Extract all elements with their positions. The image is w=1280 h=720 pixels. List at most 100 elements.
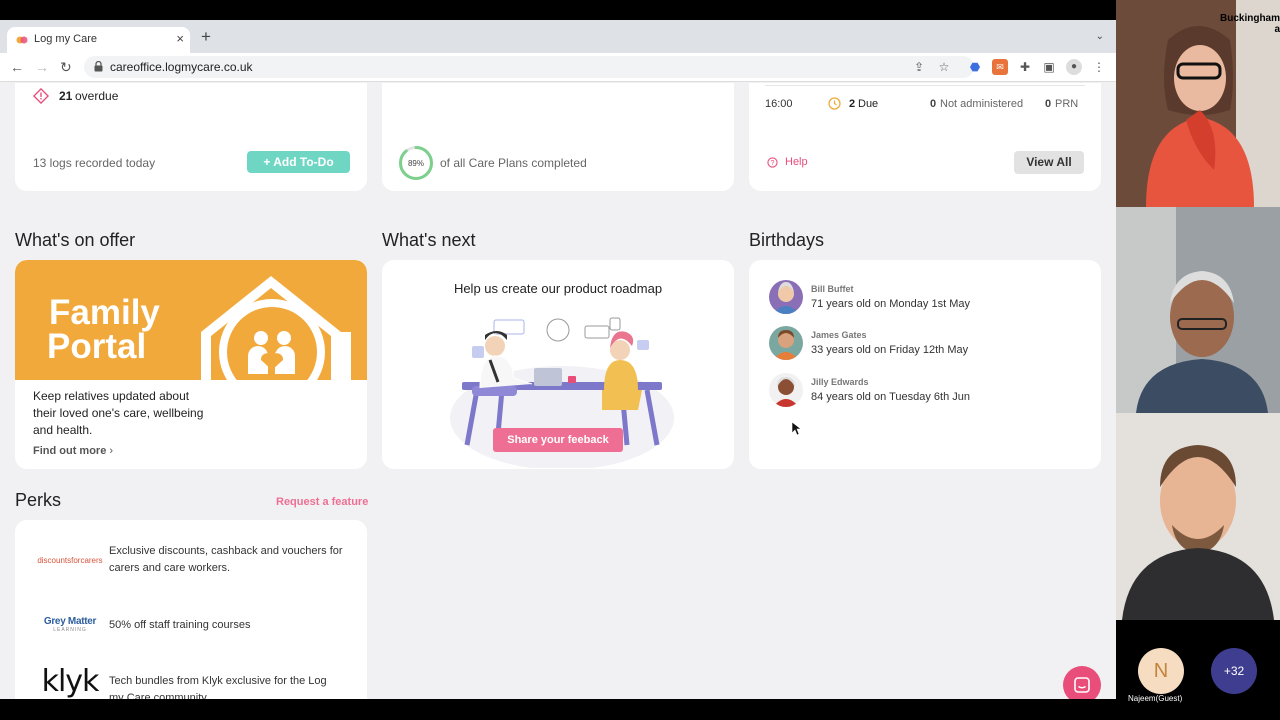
extension-orange-icon[interactable]: ✉ xyxy=(992,59,1008,75)
tab-bar: Log my Care × + ⌄ xyxy=(0,20,1116,53)
birthday-text: 84 years old on Tuesday 6th Jun xyxy=(811,391,970,403)
grey-matter-wordmark: Grey Matter xyxy=(43,616,97,627)
warning-diamond-icon xyxy=(33,88,49,104)
extension-blue-icon[interactable]: ⬣ xyxy=(967,59,983,75)
family-portal-card[interactable]: Family Portal Keep relatives updated abo… xyxy=(15,260,367,469)
chevron-right-icon: › xyxy=(106,445,114,457)
screen: Log my Care × + ⌄ ← → ↻ careoffice.logmy… xyxy=(0,0,1280,720)
birthday-row[interactable]: Bill Buffet 71 years old on Monday 1st M… xyxy=(769,280,1089,314)
grey-matter-logo: Grey Matter LEARNING xyxy=(35,616,105,633)
prn-label: PRN xyxy=(1055,98,1079,110)
family-house-icon xyxy=(201,276,351,380)
birthday-name: Bill Buffet xyxy=(811,284,854,294)
page-content: 21 overdue 13 logs recorded today + Add … xyxy=(0,83,1116,699)
due-count: 2 xyxy=(849,98,856,110)
overdue-count: 21 xyxy=(59,89,73,103)
care-plan-progress-ring: 89% xyxy=(399,146,433,180)
avatar xyxy=(769,373,803,407)
roadmap-heading: Help us create our product roadmap xyxy=(453,281,663,296)
discounts-for-carers-logo: discountsforcarers xyxy=(37,556,103,565)
close-tab-icon[interactable]: × xyxy=(176,31,184,46)
prn-count: 0 xyxy=(1045,98,1052,110)
avatar xyxy=(769,280,803,314)
request-feature-link[interactable]: Request a feature xyxy=(276,496,368,508)
url-field[interactable]: careoffice.logmycare.co.uk xyxy=(84,56,974,78)
clock-icon xyxy=(828,97,841,110)
help-label: Help xyxy=(785,156,808,168)
perk-text: 50% off staff training courses xyxy=(109,619,251,631)
grey-matter-subtitle: LEARNING xyxy=(53,627,87,633)
participant-2-figure xyxy=(1116,207,1280,413)
view-all-button[interactable]: View All xyxy=(1014,151,1084,174)
participant-video-2 xyxy=(1116,207,1280,413)
perks-card: discountsforcarers Exclusive discounts, … xyxy=(15,520,367,699)
care-plan-percent: 89% xyxy=(408,159,424,168)
browser-window: Log my Care × + ⌄ ← → ↻ careoffice.logmy… xyxy=(0,20,1116,699)
promo-title-line2: Portal xyxy=(47,327,147,366)
promo-title: Family Portal xyxy=(47,293,160,366)
avatar xyxy=(769,326,803,360)
menu-kebab-icon[interactable]: ⋮ xyxy=(1091,59,1107,75)
guest-avatar[interactable]: N xyxy=(1138,648,1184,694)
lock-icon xyxy=(94,61,103,72)
tab-title: Log my Care xyxy=(34,33,97,45)
birthday-text: 33 years old on Friday 12th May xyxy=(811,344,969,356)
new-tab-icon[interactable]: + xyxy=(201,28,211,45)
back-icon[interactable]: ← xyxy=(10,58,24,76)
whats-on-offer-title: What's on offer xyxy=(15,230,136,250)
participant-3-figure xyxy=(1116,413,1280,620)
care-plans-card: 89% of all Care Plans completed xyxy=(382,83,734,191)
logs-card: 21 overdue 13 logs recorded today + Add … xyxy=(15,83,367,191)
participant-video-1: Buckingham a xyxy=(1116,0,1280,207)
share-feedback-button[interactable]: Share your feeback xyxy=(493,428,623,452)
extensions-puzzle-icon[interactable]: ✚ xyxy=(1017,59,1033,75)
perks-title: Perks xyxy=(15,490,62,510)
plus-icon: + xyxy=(263,155,274,169)
guest-label: Najeem(Guest) xyxy=(1128,694,1183,703)
more-participants-button[interactable]: +32 xyxy=(1211,648,1257,694)
logmycare-favicon-icon xyxy=(16,36,28,44)
reload-icon[interactable]: ↻ xyxy=(60,58,72,76)
address-bar: ← → ↻ careoffice.logmycare.co.uk ⇪ ☆ ⬣ ✉… xyxy=(0,53,1116,82)
roadmap-card: Help us create our product roadmap Share… xyxy=(382,260,734,469)
browser-tab[interactable]: Log my Care × xyxy=(7,27,190,53)
birthdays-title: Birthdays xyxy=(749,230,825,250)
not-administered-count: 0 xyxy=(930,98,937,110)
birthday-name: James Gates xyxy=(811,330,867,340)
bookmark-star-icon[interactable]: ☆ xyxy=(936,59,952,75)
divider xyxy=(765,85,1085,86)
overdue-label: overdue xyxy=(75,89,119,103)
mouse-cursor-icon xyxy=(792,422,802,436)
medication-card: 16:00 2 Due 0 Not administered 0 PRN ? H… xyxy=(749,83,1101,191)
birthday-row[interactable]: Jilly Edwards 84 years old on Tuesday 6t… xyxy=(769,373,1089,407)
find-out-more-label: Find out more xyxy=(33,445,107,457)
birthday-text: 71 years old on Monday 1st May xyxy=(811,298,970,310)
tab-list-chevron-icon[interactable]: ⌄ xyxy=(1096,31,1104,42)
family-portal-banner: Family Portal xyxy=(15,260,367,380)
participants-strip: N Najeem(Guest) +32 xyxy=(1116,620,1280,720)
share-icon[interactable]: ⇪ xyxy=(911,59,927,75)
whats-next-title: What's next xyxy=(382,230,476,250)
klyk-logo: klyk xyxy=(41,664,100,699)
logs-recorded-text: 13 logs recorded today xyxy=(33,156,156,170)
not-administered-label: Not administered xyxy=(940,98,1024,110)
med-time: 16:00 xyxy=(765,98,793,110)
care-plan-label: of all Care Plans completed xyxy=(440,156,587,170)
chat-launcher-button[interactable] xyxy=(1063,666,1101,699)
participant-1-name: Buckingham a xyxy=(1220,13,1280,35)
perk-text: Exclusive discounts, cashback and vouche… xyxy=(109,545,343,574)
promo-title-line1: Family xyxy=(49,293,160,332)
svg-text:?: ? xyxy=(771,160,775,167)
profile-icon[interactable]: ● xyxy=(1066,59,1082,75)
find-out-more-link[interactable]: Find out more › xyxy=(33,445,113,457)
help-circle-icon: ? xyxy=(767,157,778,168)
birthdays-card: Bill Buffet 71 years old on Monday 1st M… xyxy=(749,260,1101,469)
forward-icon[interactable]: → xyxy=(35,58,49,76)
chat-icon xyxy=(1074,677,1090,693)
participant-1-name-text: Buckingham xyxy=(1220,13,1280,24)
family-portal-description: Keep relatives updated about their loved… xyxy=(33,389,204,437)
participant-1-name-tail: a xyxy=(1274,24,1280,35)
side-panel-icon[interactable]: ▣ xyxy=(1041,59,1057,75)
birthday-row[interactable]: James Gates 33 years old on Friday 12th … xyxy=(769,326,1089,360)
add-todo-button[interactable]: + Add To-Do xyxy=(247,151,350,173)
